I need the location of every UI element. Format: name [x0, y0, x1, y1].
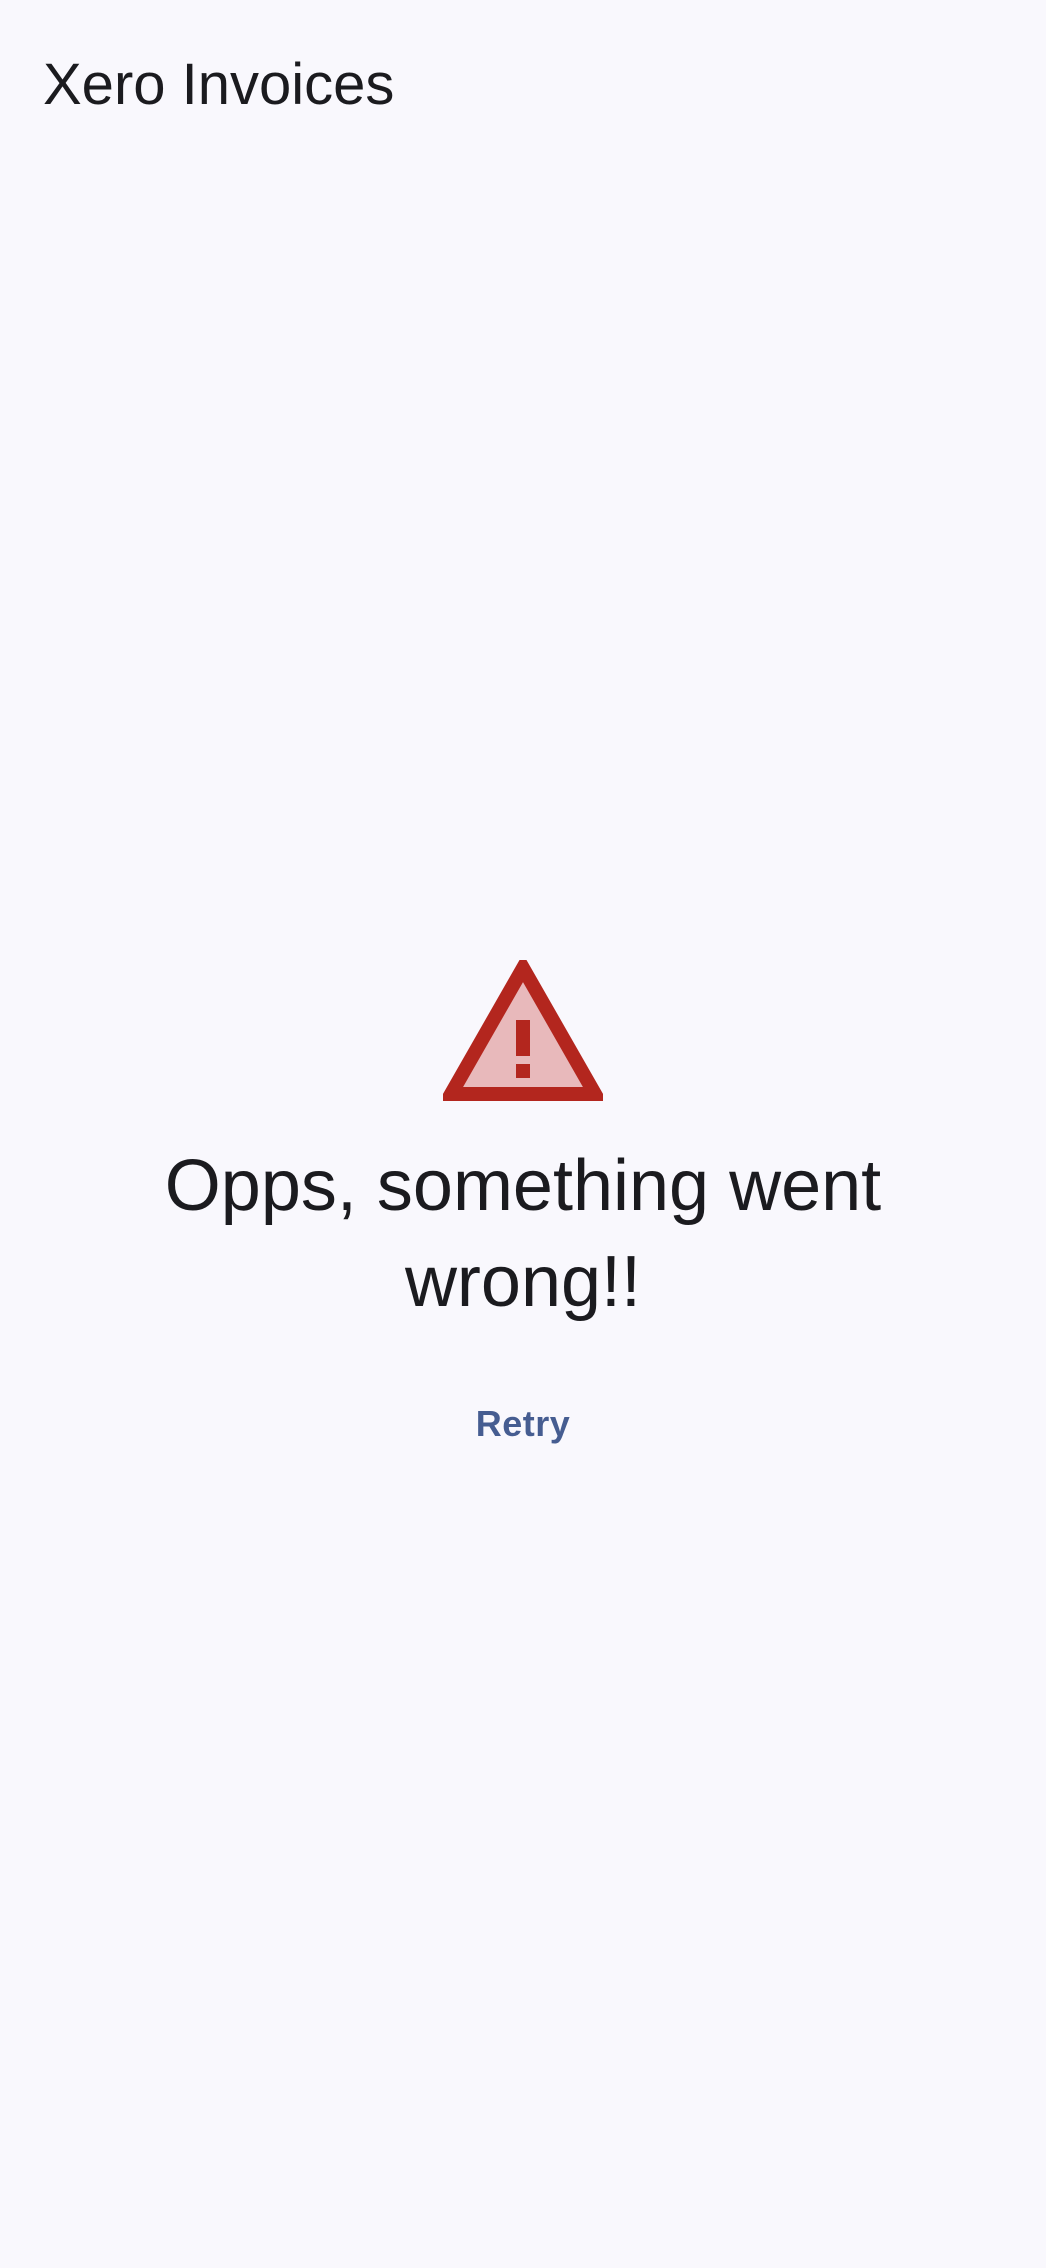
warning-icon: [443, 960, 603, 1101]
error-state: Opps, something went wrong!! Retry: [0, 960, 1046, 1458]
app-title: Xero Invoices: [43, 52, 395, 117]
top-app-bar: Xero Invoices: [0, 0, 1046, 170]
error-message: Opps, something went wrong!!: [164, 1146, 882, 1322]
retry-button[interactable]: Retry: [444, 1390, 603, 1458]
